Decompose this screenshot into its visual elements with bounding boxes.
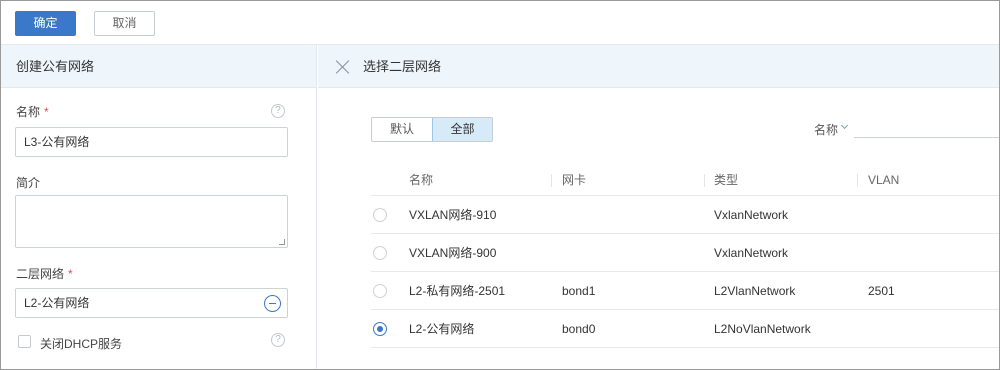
name-field-label: 名称 * xyxy=(16,103,49,120)
required-mark: * xyxy=(44,105,49,119)
tab-all[interactable]: 全部 xyxy=(432,118,492,141)
app-frame: 确定 取消 创建公有网络 名称 * ? L3-公有网络 简介 二层网络 * L2-公… xyxy=(0,0,1000,370)
name-input[interactable]: L3-公有网络 xyxy=(15,127,288,157)
column-divider xyxy=(857,174,858,187)
tab-default[interactable]: 默认 xyxy=(372,118,432,141)
minus-circle-icon[interactable] xyxy=(264,295,281,312)
panel-header: 选择二层网络 xyxy=(318,45,999,88)
column-header-vlan[interactable]: VLAN xyxy=(868,165,899,195)
row-type: L2VlanNetwork xyxy=(714,284,796,298)
row-type: L2NoVlanNetwork xyxy=(714,322,811,336)
column-divider xyxy=(551,174,552,187)
row-name: VXLAN网络-910 xyxy=(409,208,497,222)
column-header-nic[interactable]: 网卡 xyxy=(562,165,586,195)
l2-label-text: 二层网络 xyxy=(16,267,65,281)
dhcp-checkbox[interactable] xyxy=(18,335,31,348)
panel-title: 创建公有网络 xyxy=(1,45,316,88)
row-nic: bond0 xyxy=(562,322,596,336)
chevron-down-icon[interactable] xyxy=(840,121,849,130)
filter-field-label[interactable]: 名称 xyxy=(814,121,838,138)
row-radio[interactable] xyxy=(373,284,387,298)
confirm-button[interactable]: 确定 xyxy=(15,11,76,36)
row-radio[interactable] xyxy=(373,208,387,222)
table-header: 名称 网卡 类型 VLAN xyxy=(371,165,999,196)
column-header-type[interactable]: 类型 xyxy=(714,165,738,195)
table-row[interactable]: VXLAN网络-910 VxlanNetwork xyxy=(371,196,999,234)
table-row[interactable]: L2-公有网络 bond0 L2NoVlanNetwork xyxy=(371,310,999,348)
close-icon[interactable] xyxy=(336,60,350,74)
row-radio-selected[interactable] xyxy=(373,322,387,336)
help-icon[interactable]: ? xyxy=(271,104,285,118)
table-row[interactable]: VXLAN网络-900 VxlanNetwork xyxy=(371,234,999,272)
row-name: L2-公有网络 xyxy=(409,322,475,336)
column-divider xyxy=(704,174,705,187)
row-vlan: 2501 xyxy=(868,284,895,298)
column-header-name[interactable]: 名称 xyxy=(409,165,433,195)
description-label: 简介 xyxy=(16,176,41,190)
cancel-button[interactable]: 取消 xyxy=(94,11,155,36)
create-network-panel: 创建公有网络 名称 * ? L3-公有网络 简介 二层网络 * L2-公有网络 关闭… xyxy=(1,45,317,369)
l2-network-input[interactable]: L2-公有网络 xyxy=(15,288,288,318)
resize-handle-icon[interactable] xyxy=(279,239,285,245)
dhcp-label: 关闭DHCP服务 xyxy=(40,337,123,351)
row-type: VxlanNetwork xyxy=(714,208,789,222)
row-name: VXLAN网络-900 xyxy=(409,246,497,260)
scope-tabs: 默认 全部 xyxy=(371,117,493,142)
select-l2-network-panel: 选择二层网络 默认 全部 名称 名称 网卡 类型 VLAN VXLAN网络-91… xyxy=(318,45,999,369)
description-textarea[interactable] xyxy=(15,195,288,248)
row-type: VxlanNetwork xyxy=(714,246,789,260)
row-name: L2-私有网络-2501 xyxy=(409,284,506,298)
l2-network-table: 名称 网卡 类型 VLAN VXLAN网络-910 VxlanNetwork V… xyxy=(371,165,999,348)
help-icon[interactable]: ? xyxy=(271,333,285,347)
l2-network-field-label: 二层网络 * xyxy=(16,265,73,282)
row-nic: bond1 xyxy=(562,284,596,298)
l2-network-value: L2-公有网络 xyxy=(24,296,90,310)
panel-title: 选择二层网络 xyxy=(363,59,442,74)
toolbar: 确定 取消 xyxy=(1,1,999,45)
table-row[interactable]: L2-私有网络-2501 bond1 L2VlanNetwork 2501 xyxy=(371,272,999,310)
name-label-text: 名称 xyxy=(16,105,41,119)
required-mark: * xyxy=(68,267,73,281)
filter-input[interactable] xyxy=(854,137,999,138)
row-radio[interactable] xyxy=(373,246,387,260)
